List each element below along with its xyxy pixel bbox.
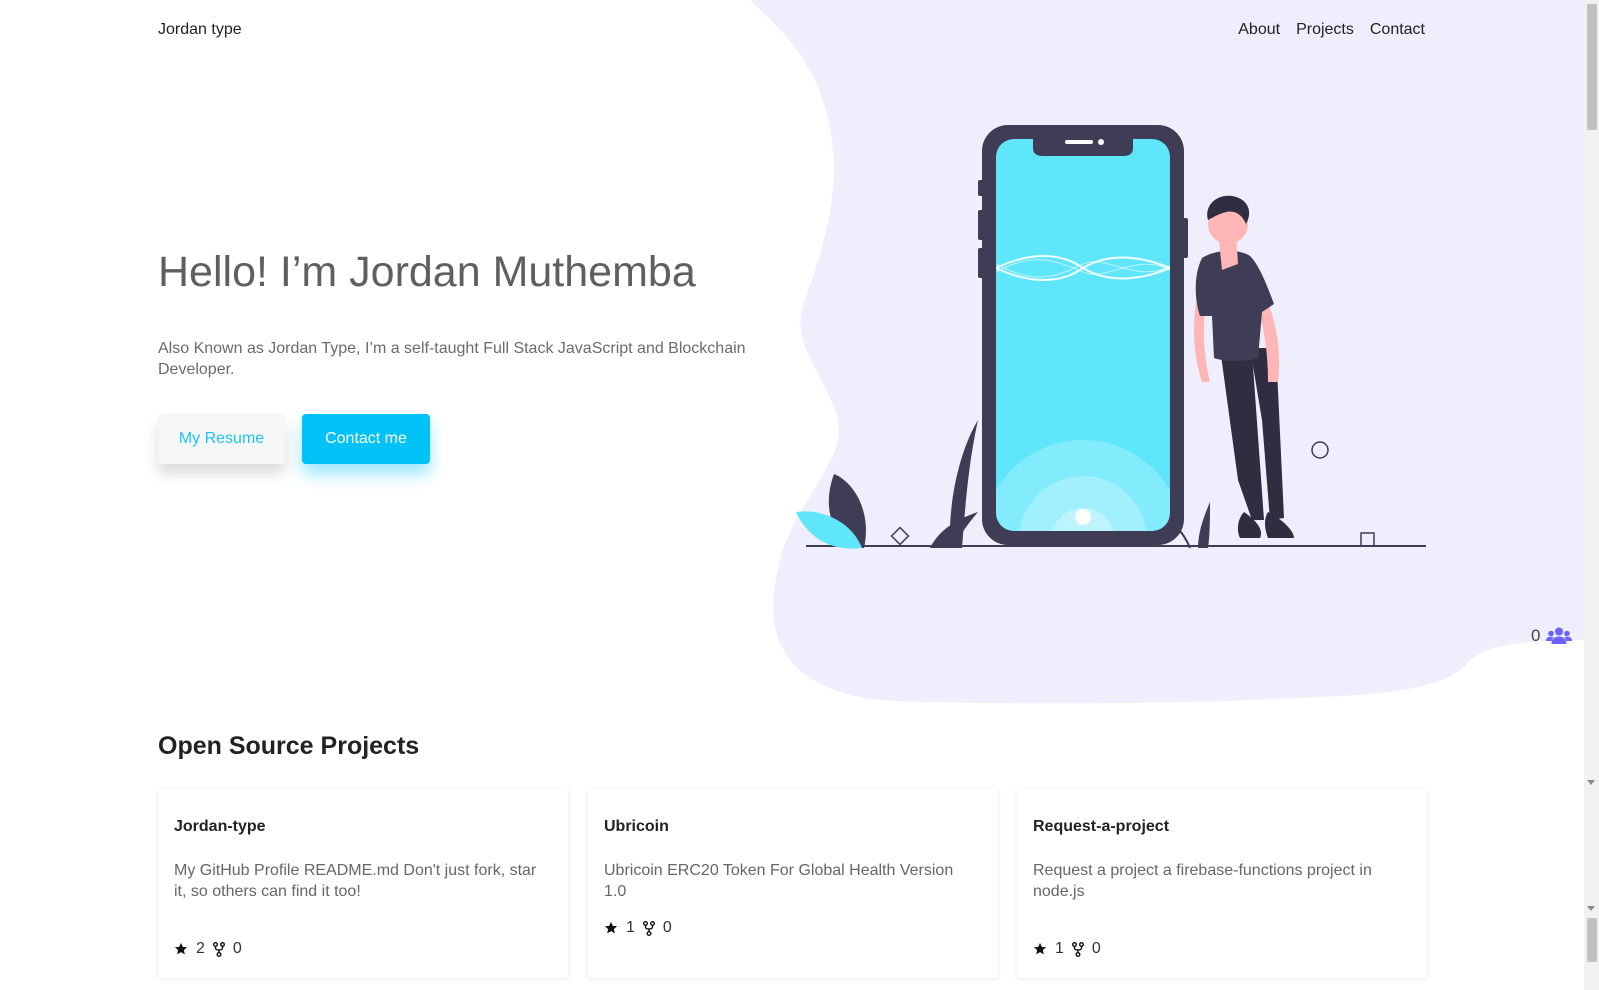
hero-title: Hello! I’m Jordan Muthemba: [158, 248, 696, 296]
scroll-down-arrow-icon[interactable]: [1587, 780, 1595, 785]
nav-link-projects[interactable]: Projects: [1296, 21, 1354, 39]
star-icon: [1033, 942, 1047, 955]
top-nav: About Projects Contact: [1238, 21, 1425, 39]
project-description: Request a project a firebase-functions p…: [1033, 862, 1372, 900]
phone-person-illustration: [796, 125, 1426, 549]
star-count: 2: [196, 940, 205, 957]
scrollbar-thumb[interactable]: [1587, 4, 1597, 130]
fork-icon: [642, 920, 655, 936]
nav-link-about[interactable]: About: [1238, 21, 1280, 39]
section-title-projects: Open Source Projects: [158, 732, 420, 760]
nav-link-contact[interactable]: Contact: [1370, 21, 1425, 39]
project-stats: 1 0: [604, 919, 672, 937]
hero-subtitle: Also Known as Jordan Type, I’m a self-ta…: [158, 340, 746, 378]
resume-button[interactable]: My Resume: [158, 414, 285, 464]
project-card[interactable]: Request-a-project Request a project a fi…: [1017, 788, 1427, 978]
project-name[interactable]: Request-a-project: [1033, 818, 1169, 836]
visitor-counter: 0: [1531, 626, 1573, 646]
project-card[interactable]: Ubricoin Ubricoin ERC20 Token For Global…: [588, 788, 998, 978]
fork-count: 0: [662, 919, 672, 936]
users-icon: [1546, 627, 1573, 644]
project-stats: 1 0: [1033, 940, 1101, 958]
contact-button[interactable]: Contact me: [302, 414, 430, 464]
star-count: 1: [1055, 940, 1064, 957]
visitor-count: 0: [1531, 626, 1541, 645]
project-card[interactable]: Jordan-type My GitHub Profile README.md …: [158, 788, 568, 978]
project-name[interactable]: Jordan-type: [174, 818, 266, 836]
project-name[interactable]: Ubricoin: [604, 818, 669, 836]
project-stats: 2 0: [174, 940, 242, 958]
brand-logo[interactable]: Jordan type: [158, 21, 242, 39]
fork-icon: [1071, 941, 1084, 957]
fork-count: 0: [1091, 940, 1101, 957]
star-icon: [604, 921, 618, 934]
scrollbar-thumb-secondary[interactable]: [1587, 918, 1597, 962]
scroll-down-arrow-icon[interactable]: [1587, 906, 1595, 911]
project-description: My GitHub Profile README.md Don't just f…: [174, 862, 537, 900]
page-scrollbar[interactable]: [1584, 0, 1599, 990]
fork-count: 0: [232, 940, 242, 957]
fork-icon: [212, 941, 225, 957]
star-count: 1: [626, 919, 635, 936]
project-description: Ubricoin ERC20 Token For Global Health V…: [604, 862, 954, 900]
star-icon: [174, 942, 188, 955]
